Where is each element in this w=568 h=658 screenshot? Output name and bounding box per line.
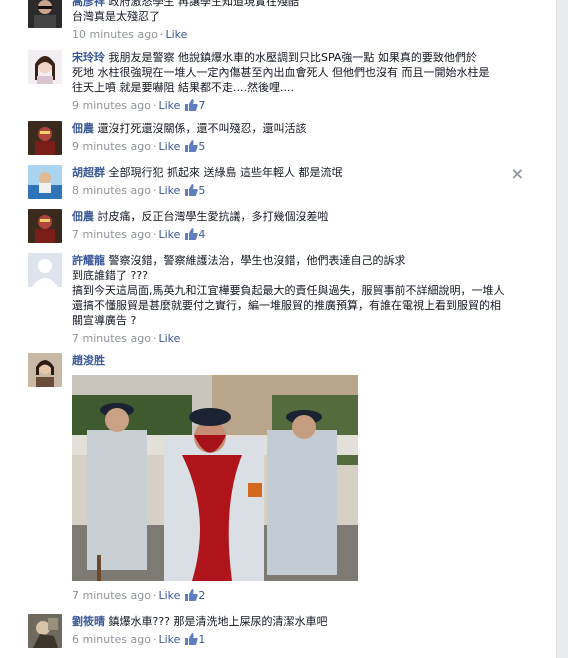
comment-meta: 7 minutes ago · Like 4 [72, 228, 205, 241]
avatar[interactable] [28, 165, 62, 199]
comment-body: 胡超群 全部現行犯 抓起來 送綠島 這些年輕人 都是流氓 [72, 165, 542, 180]
timestamp-link[interactable]: 8 minutes ago [72, 184, 151, 197]
separator-dot: · [152, 589, 157, 602]
comment-thread: 高彥祥 政府激怒學生 再讓學生知道現實在殘酷台灣真是太殘忍了 10 minutes… [0, 0, 568, 658]
like-count[interactable]: 7 [198, 99, 205, 112]
like-count[interactable]: 1 [198, 633, 205, 646]
comment-author-link[interactable]: 佃農 [72, 210, 94, 223]
comment-text: 政府激怒學生 再讓學生知道現實在殘酷 [108, 0, 300, 8]
comment-text: 還搞不懂服貿是甚麼就要付之實行，編一堆服貿的推廣預算，有誰在電視上看到服貿的相 [72, 299, 501, 312]
comment-meta: 10 minutes ago · Like [72, 28, 187, 41]
comment-meta: 9 minutes ago · Like 7 [72, 99, 205, 112]
comment-author-link[interactable]: 佃農 [72, 122, 94, 135]
avatar[interactable] [28, 614, 62, 648]
comment-body: 許耀龍 警察沒錯，警察維護法治，學生也沒錯，他們表達自己的訴求到底誰錯了 ???… [72, 253, 542, 328]
like-link[interactable]: Like [158, 99, 180, 112]
timestamp-link[interactable]: 9 minutes ago [72, 140, 151, 153]
comment-text: 死地 水柱很強現在一堆人一定內傷甚至內出血會死人 但他們也沒有 而且一開始水柱是 [72, 66, 490, 79]
comment-body: 劉筱晴 鎮爆水車??? 那是清洗地上屎尿的清潔水車吧 [72, 614, 542, 629]
comment-text: 還沒打死還沒關係，還不叫殘忍，還叫活該 [97, 122, 307, 135]
timestamp-link[interactable]: 9 minutes ago [72, 99, 151, 112]
avatar[interactable] [28, 209, 62, 243]
comment-text: 全部現行犯 抓起來 送綠島 這些年輕人 都是流氓 [108, 166, 343, 179]
comment-text: 台灣真是太殘忍了 [72, 10, 160, 23]
separator-dot: · [152, 332, 157, 345]
like-link[interactable]: Like [158, 332, 180, 345]
comment-author-link[interactable]: 劉筱晴 [72, 615, 105, 628]
timestamp-link[interactable]: 10 minutes ago [72, 28, 158, 41]
like-count[interactable]: 2 [198, 589, 205, 602]
separator-dot: · [152, 140, 157, 153]
comment-text: 我朋友是警察 他說鎮爆水車的水壓調到只比SPA強一點 如果真的要致他們於 [108, 51, 477, 64]
comment: 趙浚胜 7 minutes ago · Like 2 [28, 353, 548, 602]
scrollbar-rail[interactable] [556, 0, 568, 658]
comment-body: 高彥祥 政府激怒學生 再讓學生知道現實在殘酷台灣真是太殘忍了 [72, 0, 542, 24]
comment-author-link[interactable]: 趙浚胜 [72, 354, 105, 367]
like-link[interactable]: Like [158, 633, 180, 646]
like-count[interactable]: 5 [198, 184, 205, 197]
like-count[interactable]: 5 [198, 140, 205, 153]
attached-photo[interactable] [72, 375, 358, 581]
close-icon[interactable]: × [511, 164, 524, 183]
separator-dot: · [152, 633, 157, 646]
comment-body: 趙浚胜 [72, 353, 542, 368]
like-count[interactable]: 4 [198, 228, 205, 241]
comment-meta: 6 minutes ago · Like 1 [72, 633, 205, 646]
timestamp-link[interactable]: 7 minutes ago [72, 332, 151, 345]
comment-text: 搞到今天這局面,馬英九和江宜樺要負起最大的責任與過失，服貿事前不詳細說明，一堆人 [72, 284, 505, 297]
comment: 劉筱晴 鎮爆水車??? 那是清洗地上屎尿的清潔水車吧 6 minutes ago ·… [28, 614, 548, 654]
comment: 高彥祥 政府激怒學生 再讓學生知道現實在殘酷台灣真是太殘忍了 10 minutes… [28, 0, 548, 41]
thumbs-up-icon[interactable] [185, 228, 199, 240]
avatar[interactable] [28, 121, 62, 155]
like-link[interactable]: Like [158, 589, 180, 602]
comment: 許耀龍 警察沒錯，警察維護法治，學生也沒錯，他們表達自己的訴求到底誰錯了 ???… [28, 253, 548, 345]
timestamp-link[interactable]: 7 minutes ago [72, 589, 151, 602]
comment-text: 到底誰錯了 ??? [72, 269, 149, 282]
comment-text: 討皮痛，反正台灣學生愛抗議，多打幾個沒差啦 [97, 210, 329, 223]
comment-author-link[interactable]: 許耀龍 [72, 254, 105, 267]
comment-author-link[interactable]: 宋玲玲 [72, 51, 105, 64]
comment-text: 往天上噴 就是要嚇阻 結果都不走....然後哩.... [72, 81, 294, 94]
comment-meta: 9 minutes ago · Like 5 [72, 140, 205, 153]
thumbs-up-icon[interactable] [185, 99, 199, 111]
thumbs-up-icon[interactable] [185, 184, 199, 196]
comment: 宋玲玲 我朋友是警察 他說鎮爆水車的水壓調到只比SPA強一點 如果真的要致他們於… [28, 50, 548, 112]
comment-body: 佃農 討皮痛，反正台灣學生愛抗議，多打幾個沒差啦 [72, 209, 542, 224]
comment-body: 佃農 還沒打死還沒關係，還不叫殘忍，還叫活該 [72, 121, 542, 136]
comment-meta: 7 minutes ago · Like [72, 332, 180, 345]
separator-dot: · [152, 99, 157, 112]
comment: 胡超群 全部現行犯 抓起來 送綠島 這些年輕人 都是流氓 8 minutes ag… [28, 164, 548, 205]
avatar[interactable] [28, 50, 62, 84]
timestamp-link[interactable]: 6 minutes ago [72, 633, 151, 646]
avatar[interactable] [28, 0, 62, 28]
like-link[interactable]: Like [158, 228, 180, 241]
comment-body: 宋玲玲 我朋友是警察 他說鎮爆水車的水壓調到只比SPA強一點 如果真的要致他們於… [72, 50, 542, 95]
like-link[interactable]: Like [165, 28, 187, 41]
avatar[interactable] [28, 253, 62, 287]
like-link[interactable]: Like [158, 140, 180, 153]
comment-text: 警察沒錯，警察維護法治，學生也沒錯，他們表達自己的訴求 [108, 254, 406, 267]
avatar[interactable] [28, 353, 62, 387]
separator-dot: · [152, 184, 157, 197]
comment: 佃農 討皮痛，反正台灣學生愛抗議，多打幾個沒差啦 7 minutes ago · Li… [28, 209, 548, 249]
comment-author-link[interactable]: 高彥祥 [72, 0, 105, 8]
comment-text: 鎮爆水車??? 那是清洗地上屎尿的清潔水車吧 [108, 615, 328, 628]
thumbs-up-icon[interactable] [185, 589, 199, 601]
separator-dot: · [159, 28, 164, 41]
comment-text: 關宣導廣告 ? [72, 314, 137, 327]
comment: 佃農 還沒打死還沒關係，還不叫殘忍，還叫活該 9 minutes ago · Like… [28, 121, 548, 161]
comment-author-link[interactable]: 胡超群 [72, 166, 105, 179]
thumbs-up-icon[interactable] [185, 140, 199, 152]
comment-meta: 8 minutes ago · Like 5 [72, 184, 205, 197]
comment-meta: 7 minutes ago · Like 2 [72, 589, 205, 602]
separator-dot: · [152, 228, 157, 241]
thumbs-up-icon[interactable] [185, 633, 199, 645]
timestamp-link[interactable]: 7 minutes ago [72, 228, 151, 241]
like-link[interactable]: Like [158, 184, 180, 197]
